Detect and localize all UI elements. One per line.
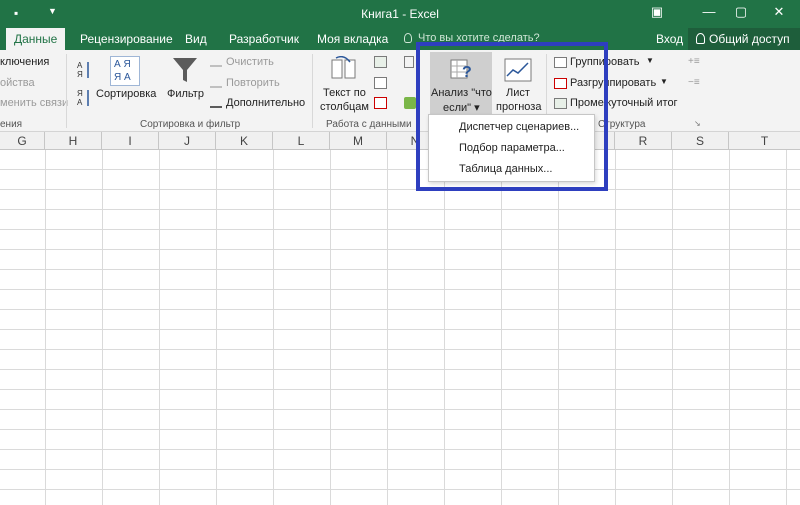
- window-title: Книга1 - Excel: [361, 7, 439, 21]
- svg-text:Я: Я: [77, 89, 83, 98]
- consolidate-icon[interactable]: [404, 56, 414, 68]
- highlight-annotation-frame: [416, 42, 608, 191]
- sort-az-icon[interactable]: А Я: [76, 60, 92, 80]
- sign-in-link[interactable]: Вход: [656, 32, 683, 46]
- column-header[interactable]: R: [615, 132, 672, 150]
- ribbon-display-options-icon[interactable]: ▣: [642, 4, 672, 20]
- remove-duplicates-icon[interactable]: [374, 77, 387, 89]
- advanced-button[interactable]: Дополнительно: [226, 97, 305, 109]
- column-header[interactable]: H: [45, 132, 102, 150]
- group-separator: [66, 54, 67, 128]
- text-to-columns-icon[interactable]: [330, 56, 358, 82]
- ribbon-tabs: Данные Рецензирование Вид Разработчик Мо…: [0, 28, 800, 50]
- sort-za-icon[interactable]: Я А: [76, 88, 92, 108]
- column-header[interactable]: K: [216, 132, 273, 150]
- ungroup-dropdown-icon[interactable]: ▼: [660, 77, 668, 86]
- column-header[interactable]: L: [273, 132, 330, 150]
- worksheet-grid[interactable]: [0, 150, 800, 505]
- sort-icon[interactable]: А Я Я А: [110, 56, 140, 86]
- sort-button[interactable]: Сортировка: [96, 88, 156, 100]
- minimize-icon[interactable]: —: [694, 4, 724, 19]
- data-validation-icon[interactable]: [374, 97, 387, 109]
- sort-icon-letters-2: Я А: [114, 72, 131, 83]
- tab-developer[interactable]: Разработчик: [229, 32, 299, 46]
- column-header[interactable]: I: [102, 132, 159, 150]
- reapply-button[interactable]: Повторить: [226, 77, 280, 89]
- reapply-icon: [210, 78, 222, 88]
- advanced-filter-icon: [210, 98, 222, 108]
- svg-text:А: А: [77, 98, 83, 107]
- group-separator: [312, 54, 313, 128]
- text-to-columns-label-2[interactable]: столбцам: [320, 101, 369, 113]
- text-to-columns-label-1[interactable]: Текст по: [323, 87, 366, 99]
- svg-text:Я: Я: [77, 70, 83, 79]
- dialog-launcher-icon[interactable]: ↘: [694, 119, 701, 128]
- connections-button[interactable]: ключения: [0, 56, 49, 68]
- group-label-data-tools: Работа с данными: [326, 119, 412, 130]
- column-header[interactable]: M: [330, 132, 387, 150]
- sort-icon-letters: А Я: [114, 59, 131, 70]
- close-icon[interactable]: ✕: [764, 4, 794, 20]
- tab-view[interactable]: Вид: [185, 32, 207, 46]
- lightbulb-icon: [404, 33, 412, 43]
- tab-my-tab[interactable]: Моя вкладка: [317, 32, 388, 46]
- clear-filter-icon: [210, 57, 222, 67]
- show-detail-icon[interactable]: +≡: [688, 56, 700, 67]
- share-button[interactable]: Общий доступ: [688, 28, 800, 50]
- tab-data[interactable]: Данные: [6, 28, 66, 50]
- person-icon: [696, 33, 705, 44]
- manage-data-model-icon[interactable]: [404, 97, 416, 109]
- svg-text:А: А: [77, 61, 83, 70]
- edit-links-button[interactable]: менить связи: [0, 97, 68, 109]
- maximize-icon[interactable]: ▢: [726, 4, 756, 20]
- column-header[interactable]: S: [672, 132, 729, 150]
- filter-icon[interactable]: [172, 56, 198, 84]
- share-label: Общий доступ: [709, 32, 790, 46]
- tab-review[interactable]: Рецензирование: [80, 32, 173, 46]
- ribbon: ключения ойства менить связи ения А Я Я …: [0, 50, 800, 132]
- clear-button[interactable]: Очистить: [226, 56, 274, 68]
- column-headers: G H I J K L M N O P Q R S T: [0, 132, 800, 150]
- properties-button[interactable]: ойства: [0, 77, 35, 89]
- filter-button[interactable]: Фильтр: [167, 88, 204, 100]
- title-bar: ▪ ▼ Книга1 - Excel ▣ — ▢ ✕: [0, 0, 800, 28]
- column-header[interactable]: T: [729, 132, 800, 150]
- flash-fill-icon[interactable]: [374, 56, 387, 68]
- group-label-sort-filter: Сортировка и фильтр: [140, 119, 241, 130]
- column-header[interactable]: J: [159, 132, 216, 150]
- group-label-connections: ения: [0, 119, 23, 130]
- hide-detail-icon[interactable]: −≡: [688, 77, 700, 88]
- column-header[interactable]: G: [0, 132, 45, 150]
- group-dropdown-icon[interactable]: ▼: [646, 56, 654, 65]
